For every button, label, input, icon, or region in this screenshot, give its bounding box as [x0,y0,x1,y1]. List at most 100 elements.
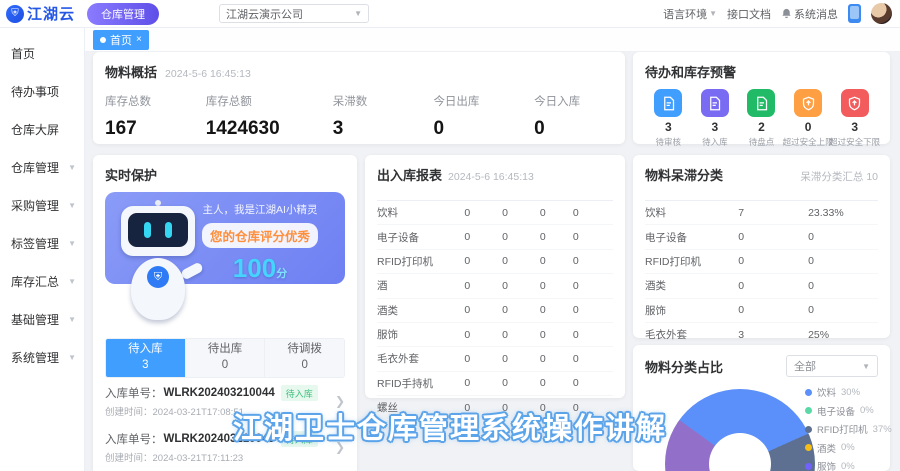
pending-tab[interactable]: 待入库 3 [106,339,185,377]
table-row[interactable]: 服饰 0 0 [645,298,878,322]
stat-item: 今日出库 0 [433,93,534,140]
sidebar-item[interactable]: 采购管理 ▼ [0,186,84,224]
legend-label: 饮料 [817,385,836,399]
alert-item[interactable]: 3 超过安全下限 [831,89,878,148]
table-row[interactable]: RFID手持机 0 0 0 0 [377,371,613,395]
mobile-app-icon[interactable] [848,4,861,23]
chevron-down-icon: ▼ [68,353,76,362]
table-header-cell [540,191,573,201]
table-row[interactable]: RFID打印机 0 0 [645,249,878,273]
chevron-down-icon: ▼ [68,163,76,172]
order-number: WLRK202403210044 [164,387,275,399]
order-created-time: 创建时间：2024-03-21T17:11:23 [105,450,331,464]
timestamp: 2024-5-6 16:45:13 [448,171,534,183]
close-icon[interactable]: × [136,34,142,45]
table-row[interactable]: 服饰 0 0 0 0 [377,322,613,346]
language-menu[interactable]: 语言环境 ▼ [663,6,717,22]
bell-icon [781,8,792,19]
legend-item[interactable]: 服饰 0% [805,459,892,471]
table-row[interactable]: 酒类 0 0 0 0 [377,298,613,322]
sidebar-item[interactable]: 库存汇总 ▼ [0,262,84,300]
stat-label: 今日入库 [534,93,613,109]
stagnant-summary: 呆滞分类汇总 10 [800,169,878,184]
table-row[interactable]: RFID打印机 0 0 0 0 [377,249,613,273]
chevron-down-icon: ▼ [68,315,76,324]
legend-item[interactable]: RFID打印机 37% [805,422,892,436]
stat-value: 0 [433,118,534,140]
alert-label: 待入库 [702,136,728,148]
sidebar-item[interactable]: 仓库大屏 [0,110,84,148]
sidebar-item[interactable]: 待办事项 [0,72,84,110]
table-row[interactable]: 酒 0 0 0 0 [377,274,613,298]
robot-mascot: ⛨ [119,204,199,329]
pending-tab[interactable]: 待出库 0 [185,339,265,377]
alert-count: 3 [665,120,672,134]
table-row[interactable]: 饮料 7 23.33% [645,201,878,225]
alert-label: 待审核 [656,136,682,148]
stat-value: 0 [534,118,613,140]
legend-dot [805,389,812,396]
api-docs-link[interactable]: 接口文档 [727,6,771,22]
legend-item[interactable]: 电子设备 0% [805,404,892,418]
table-header-cell [377,191,464,201]
timestamp: 2024-5-6 16:45:13 [165,68,251,80]
shield-icon [801,96,816,111]
alert-item[interactable]: 2 待盘点 [738,89,785,148]
legend-percentage: 0% [860,405,874,416]
legend-percentage: 37% [873,424,892,435]
table-row[interactable]: 毛衣外套 0 0 0 0 [377,347,613,371]
alert-label: 超过安全上限 [783,136,834,148]
card-title: 物料呆滞分类 [645,165,723,184]
table-row[interactable]: 电子设备 0 0 0 0 [377,225,613,249]
stat-value: 1424630 [206,118,333,140]
warehouse-management-button[interactable]: 仓库管理 [87,3,159,25]
avatar[interactable] [871,3,892,24]
sidebar-item[interactable]: 基础管理 ▼ [0,300,84,338]
stat-item: 库存总数 167 [105,93,206,140]
legend-item[interactable]: 饮料 30% [805,385,892,399]
tags-view-bar: 首页 × [85,28,900,52]
sidebar-item[interactable]: 标签管理 ▼ [0,224,84,262]
category-filter-select[interactable]: 全部 ▼ [786,355,878,377]
alert-item[interactable]: 3 待入库 [692,89,739,148]
alert-count: 0 [805,120,812,134]
table-row[interactable]: 电子设备 0 0 [645,225,878,249]
table-row[interactable]: 毛衣外套 3 25% [645,322,878,346]
shield-emblem-icon: ⛨ [147,266,169,288]
company-select[interactable]: 江湖云演示公司 ▼ [219,4,369,23]
ai-greeting: 主人，我是江湖AI小精灵 [185,202,335,217]
stat-item: 库存总额 1424630 [206,93,333,140]
stagnant-category-card: 物料呆滞分类 呆滞分类汇总 10 饮料 7 23.33% 电子设备 0 0 RF… [633,155,890,338]
ai-score-banner: ⛨ 主人，我是江湖AI小精灵 您的仓库评分优秀 100分 [105,192,345,284]
inout-report-card: 出入库报表 2024-5-6 16:45:13 饮料 0 0 0 0 电子设备 … [365,155,625,398]
alert-count: 3 [712,120,719,134]
table-row[interactable]: 酒类 0 0 [645,274,878,298]
sidebar: 首页 待办事项 仓库大屏 仓库管理 ▼ 采购管理 ▼ 标签管理 ▼ 库存汇总 ▼… [0,28,85,471]
stat-label: 今日出库 [433,93,534,109]
alert-item[interactable]: 3 待审核 [645,89,692,148]
alert-item[interactable]: 0 超过安全上限 [785,89,832,148]
system-messages-link[interactable]: 系统消息 [781,6,838,22]
sidebar-item[interactable]: 仓库管理 ▼ [0,148,84,186]
table-row[interactable]: 饮料 0 0 0 0 [377,201,613,225]
todo-stock-alert-card: 待办和库存预警 3 待审核 3 待入库 2 待盘点 [633,52,890,144]
sidebar-item[interactable]: 首页 [0,34,84,72]
sidebar-item[interactable]: 系统管理 ▼ [0,338,84,376]
stat-item: 今日入库 0 [534,93,613,140]
alert-count: 2 [758,120,765,134]
stat-label: 库存总数 [105,93,206,109]
table-header-cell [738,191,808,201]
chevron-down-icon: ▼ [68,201,76,210]
pending-tab[interactable]: 待调拨 0 [264,339,344,377]
table-header-cell [645,191,738,201]
legend-item[interactable]: 酒类 0% [805,441,892,455]
stat-value: 167 [105,118,206,140]
breadcrumb-tag-home[interactable]: 首页 × [93,30,149,50]
stat-value: 3 [333,118,434,140]
legend-dot [805,463,812,470]
chevron-down-icon: ▼ [68,277,76,286]
stat-label: 呆滞数 [333,93,434,109]
legend-label: RFID打印机 [817,422,868,436]
score-label: 您的仓库评分优秀 [202,223,318,248]
logo-text: 江湖云 [27,3,75,24]
